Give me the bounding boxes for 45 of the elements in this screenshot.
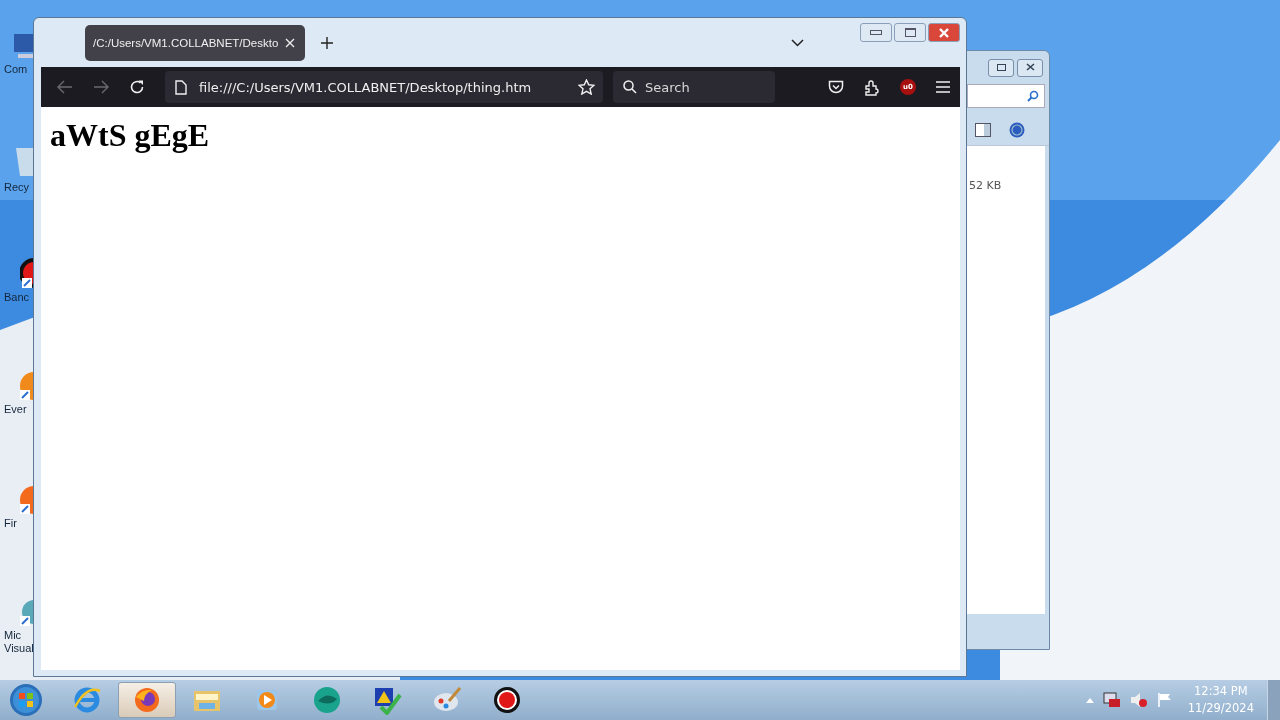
speaker-muted-icon[interactable] xyxy=(1129,692,1148,708)
restore-button[interactable] xyxy=(988,59,1014,77)
close-icon xyxy=(1025,63,1035,71)
puzzle-icon[interactable] xyxy=(864,78,880,96)
reload-icon[interactable] xyxy=(129,79,145,95)
fox-globe-icon xyxy=(20,486,34,514)
close-icon xyxy=(938,27,950,38)
shortcut-icon xyxy=(20,372,34,400)
close-icon[interactable] xyxy=(285,37,295,48)
search-icon xyxy=(1027,90,1039,102)
preview-pane-icon[interactable] xyxy=(975,123,991,137)
close-button[interactable] xyxy=(928,23,960,42)
file-size: 52 KB xyxy=(969,179,1002,192)
minimize-button[interactable] xyxy=(860,23,892,42)
record-icon xyxy=(20,258,34,288)
fox-globe-icon xyxy=(132,685,162,715)
record-icon xyxy=(492,685,522,715)
globe-e-icon xyxy=(72,685,102,715)
shortcut-icon xyxy=(20,600,34,626)
icon-label: Fir xyxy=(3,517,18,530)
close-button[interactable] xyxy=(1017,59,1043,77)
icon-label: Banc xyxy=(3,291,31,304)
icon-label: Ever xyxy=(3,403,28,416)
icon-label: Recy xyxy=(3,181,31,194)
chevron-down-icon[interactable] xyxy=(791,38,804,47)
start-orb-icon[interactable] xyxy=(8,682,44,718)
search-field[interactable] xyxy=(967,84,1045,108)
maximize-button[interactable] xyxy=(894,23,926,42)
address-bar[interactable]: file:///C:/Users/VM1.COLLABNET/Desktop/thing.htm xyxy=(165,71,603,103)
maximize-icon xyxy=(904,28,916,37)
network-icon[interactable] xyxy=(1102,692,1121,708)
star-icon[interactable] xyxy=(578,79,595,95)
new-tab-icon[interactable] xyxy=(321,36,333,49)
page-heading: aWtS gEgE xyxy=(50,117,210,154)
help-icon[interactable] xyxy=(1009,122,1025,138)
menu-icon[interactable] xyxy=(936,81,950,93)
search-field[interactable]: Search xyxy=(613,71,775,103)
icon-label: Mic Visual xyxy=(3,629,34,655)
page-icon xyxy=(175,79,187,95)
restore-icon xyxy=(996,64,1006,71)
icon-label: Com xyxy=(3,63,29,76)
minimize-icon xyxy=(870,30,882,35)
search-icon xyxy=(623,80,637,94)
browser-tab[interactable]: /C:/Users/VM1.COLLABNET/Deskto xyxy=(85,24,305,61)
pocket-icon[interactable] xyxy=(828,79,844,95)
